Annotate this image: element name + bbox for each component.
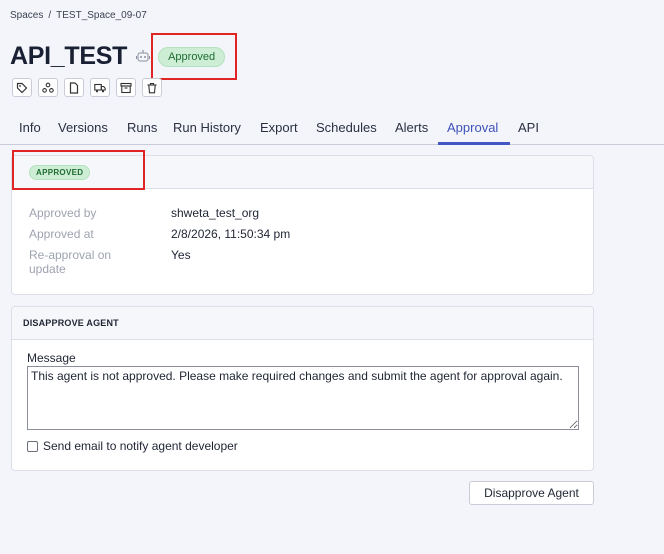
- deploy-truck-icon: [94, 83, 106, 92]
- highlight-box-status: [151, 33, 237, 80]
- document-icon: [69, 81, 79, 94]
- breadcrumb-spaces-link[interactable]: Spaces: [10, 10, 43, 21]
- delete-button[interactable]: [142, 78, 162, 97]
- tab-alerts[interactable]: Alerts: [395, 120, 428, 135]
- breadcrumb-separator: /: [48, 10, 52, 21]
- approved-by-label: Approved by: [29, 206, 97, 220]
- approved-at-value: 2/8/2026, 11:50:34 pm: [171, 227, 291, 241]
- robot-icon: [136, 50, 151, 63]
- toolbar: [12, 78, 162, 97]
- disapprove-agent-card: DISAPPROVE AGENT Message This agent is n…: [11, 306, 594, 471]
- deploy-button[interactable]: [90, 78, 110, 97]
- tab-runs[interactable]: Runs: [127, 120, 157, 135]
- reapproval-label: Re-approval on update: [29, 248, 112, 276]
- highlight-box-approved-badge: [12, 150, 145, 190]
- notify-developer-option: Send email to notify agent developer: [27, 439, 238, 453]
- tab-versions[interactable]: Versions: [58, 120, 108, 135]
- breadcrumb-current: TEST_Space_09-07: [56, 10, 147, 21]
- document-button[interactable]: [64, 78, 84, 97]
- archive-icon: [120, 82, 132, 93]
- tag-button[interactable]: [12, 78, 32, 97]
- disapprove-card-header: DISAPPROVE AGENT: [12, 307, 593, 340]
- notify-developer-label[interactable]: Send email to notify agent developer: [43, 439, 238, 453]
- tab-run-history[interactable]: Run History: [173, 120, 241, 135]
- active-tab-indicator: [438, 142, 510, 145]
- reapproval-value: Yes: [171, 248, 191, 262]
- tag-icon: [16, 82, 28, 93]
- agents-icon: [42, 82, 54, 93]
- tab-approval[interactable]: Approval: [447, 120, 498, 135]
- tab-schedules[interactable]: Schedules: [316, 120, 377, 135]
- trash-icon: [147, 82, 157, 93]
- message-label: Message: [27, 351, 76, 365]
- tab-bar: Info Versions Runs Run History Export Sc…: [0, 114, 664, 145]
- breadcrumb: Spaces / TEST_Space_09-07: [10, 10, 147, 21]
- disapprove-agent-button[interactable]: Disapprove Agent: [469, 481, 594, 505]
- tab-info[interactable]: Info: [19, 120, 41, 135]
- tab-export[interactable]: Export: [260, 120, 298, 135]
- approved-by-value: shweta_test_org: [171, 206, 260, 220]
- message-textarea[interactable]: This agent is not approved. Please make …: [27, 366, 579, 430]
- approved-at-label: Approved at: [29, 227, 94, 241]
- page-title: API_TEST: [10, 42, 128, 70]
- archive-button[interactable]: [116, 78, 136, 97]
- notify-developer-checkbox[interactable]: [27, 440, 38, 452]
- disapprove-section-title: DISAPPROVE AGENT: [23, 318, 119, 328]
- agents-button[interactable]: [38, 78, 58, 97]
- tab-api[interactable]: API: [518, 120, 539, 135]
